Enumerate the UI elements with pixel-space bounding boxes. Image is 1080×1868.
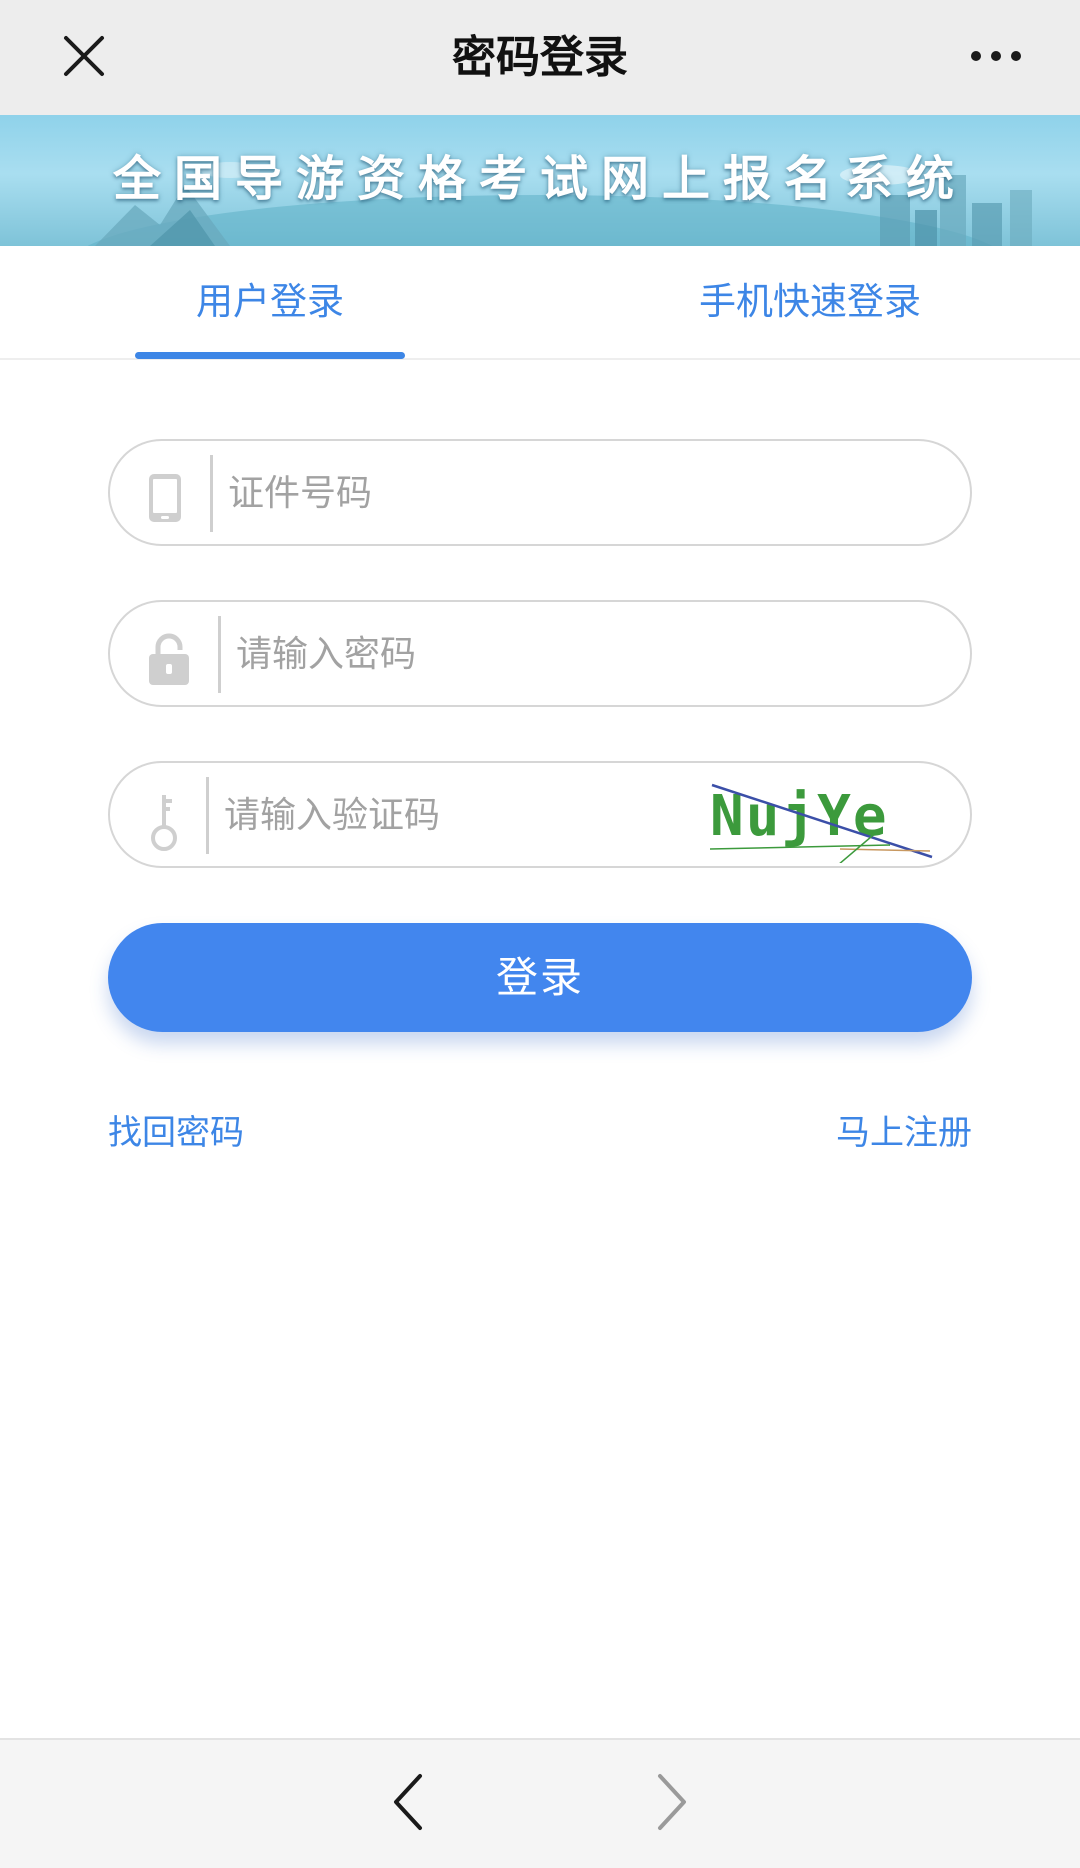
more-dots-icon <box>971 51 1021 61</box>
banner: 全国导游资格考试网上报名系统 <box>0 115 1080 246</box>
top-navigation-bar: 密码登录 <box>0 0 1080 115</box>
more-button[interactable] <box>968 36 1024 76</box>
back-button[interactable] <box>388 1770 428 1834</box>
login-tabs: 用户登录 手机快速登录 <box>0 246 1080 360</box>
captcha-field: NujYe <box>108 761 972 868</box>
tab-phone-login[interactable]: 手机快速登录 <box>690 246 930 358</box>
phone-icon <box>149 474 181 522</box>
login-button[interactable]: 登录 <box>108 923 972 1032</box>
field-divider <box>210 455 213 532</box>
register-link[interactable]: 马上注册 <box>836 1105 972 1161</box>
id-number-input[interactable] <box>228 451 928 535</box>
bottom-browser-bar <box>0 1738 1080 1868</box>
active-tab-indicator <box>135 352 405 359</box>
chevron-right-icon <box>658 1774 686 1830</box>
id-number-field <box>108 439 972 546</box>
tab-user-login[interactable]: 用户登录 <box>135 246 405 358</box>
banner-title: 全国导游资格考试网上报名系统 <box>112 151 967 207</box>
captcha-image[interactable]: NujYe <box>710 771 940 863</box>
page-title: 密码登录 <box>452 32 628 83</box>
field-divider <box>206 777 209 854</box>
password-input[interactable] <box>236 612 936 696</box>
key-icon <box>151 795 177 851</box>
forgot-password-link[interactable]: 找回密码 <box>108 1105 244 1161</box>
lock-icon <box>149 633 189 685</box>
forward-button[interactable] <box>652 1770 692 1834</box>
chevron-left-icon <box>394 1774 422 1830</box>
field-divider <box>218 616 221 693</box>
password-field <box>108 600 972 707</box>
captcha-input[interactable] <box>224 773 694 857</box>
